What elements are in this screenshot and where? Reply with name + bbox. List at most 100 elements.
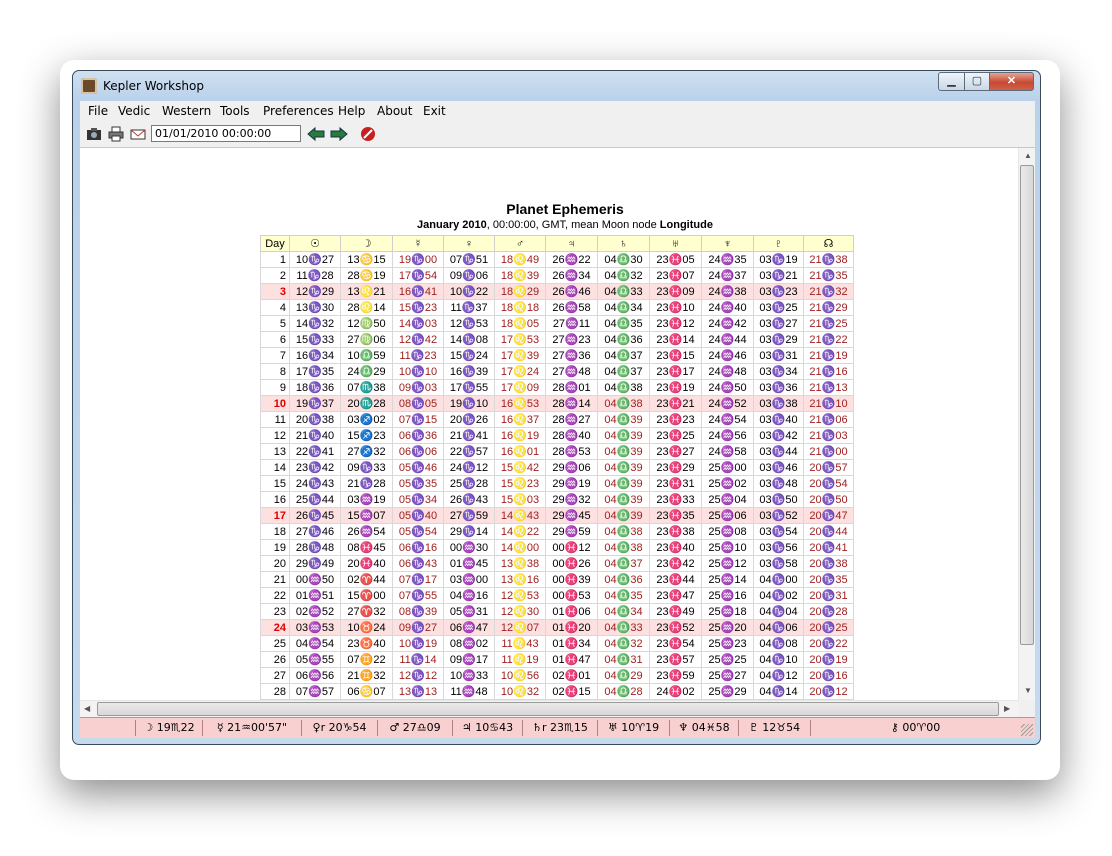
- position-cell: 06♑06: [392, 443, 444, 460]
- scroll-down-icon[interactable]: ▼: [1024, 686, 1032, 695]
- position-cell: 19♑00: [392, 251, 444, 268]
- camera-icon[interactable]: [86, 126, 102, 142]
- position-cell: 03♑23: [753, 283, 804, 300]
- table-row: 15 24♑43 21♑28 05♑35 25♑28 15♌23 29♒19 04♎39 23♓…: [260, 475, 854, 492]
- horizontal-scroll-thumb[interactable]: [97, 702, 999, 716]
- table-row: 22 01♒51 15♈00 07♑55 04♒16 12♌53 00♓53 04♎35 23♓…: [260, 587, 854, 604]
- position-cell: 03♑31: [753, 347, 804, 364]
- position-cell: 25♒27: [701, 667, 754, 684]
- arrow-right-icon[interactable]: [330, 126, 348, 142]
- day-cell: 25: [260, 635, 290, 652]
- title-bar[interactable]: Kepler Workshop ▁ ▢ ✕: [73, 71, 1040, 101]
- day-cell: 20: [260, 555, 290, 572]
- horizontal-scrollbar[interactable]: ◀ ▶: [80, 700, 1018, 717]
- maximize-button[interactable]: ▢: [964, 72, 990, 91]
- position-cell: 27♈32: [340, 603, 393, 620]
- menu-exit[interactable]: Exit: [423, 104, 446, 118]
- position-cell: 25♒06: [701, 507, 754, 524]
- menu-vedic[interactable]: Vedic: [118, 104, 150, 118]
- scroll-left-icon[interactable]: ◀: [84, 704, 90, 713]
- position-cell: 24♒40: [701, 299, 754, 316]
- position-cell: 01♓06: [545, 603, 598, 620]
- position-cell: 02♈44: [340, 571, 393, 588]
- day-cell: 3: [260, 283, 290, 300]
- position-cell: 23♓40: [649, 539, 702, 556]
- position-cell: 15♒07: [340, 507, 393, 524]
- close-button[interactable]: ✕: [989, 72, 1034, 91]
- table-row: 7 16♑34 10♎59 11♑23 15♑24 17♌39 27♒36 04♎37 23♓1…: [260, 347, 854, 364]
- position-cell: 04♎31: [597, 651, 650, 668]
- menu-preferences[interactable]: Preferences: [263, 104, 334, 118]
- vertical-scrollbar[interactable]: ▲ ▼: [1018, 148, 1035, 700]
- table-row: 1 10♑27 13♋15 19♑00 07♑51 18♌49 26♒22 04♎30 23♓0…: [260, 251, 854, 268]
- menu-about[interactable]: About: [377, 104, 412, 118]
- email-icon[interactable]: [130, 126, 146, 142]
- position-cell: 27♒48: [545, 363, 598, 380]
- day-cell: 5: [260, 315, 290, 332]
- position-cell: 29♒19: [545, 475, 598, 492]
- position-cell: 04♎32: [597, 267, 650, 284]
- position-cell: 24♑12: [443, 459, 495, 476]
- position-cell: 03♑34: [753, 363, 804, 380]
- position-cell: 22♑57: [443, 443, 495, 460]
- scroll-right-icon[interactable]: ▶: [1004, 704, 1010, 713]
- position-cell: 27♒23: [545, 331, 598, 348]
- position-cell: 03♒19: [340, 491, 393, 508]
- chart-wheel-icon[interactable]: [360, 126, 376, 142]
- table-row: 12 21♑40 15♐23 06♑36 21♑41 16♌19 28♒40 04♎39 23♓…: [260, 427, 854, 444]
- minimize-button[interactable]: ▁: [938, 72, 965, 91]
- position-cell: 27♑59: [443, 507, 495, 524]
- position-cell: 18♌39: [494, 267, 546, 284]
- position-cell: 14♌43: [494, 507, 546, 524]
- position-cell: 20♑57: [803, 459, 854, 476]
- position-cell: 25♑28: [443, 475, 495, 492]
- position-cell: 21♑29: [803, 299, 854, 316]
- day-cell: 19: [260, 539, 290, 556]
- position-cell: 21♑40: [289, 427, 341, 444]
- day-cell: 24: [260, 619, 290, 636]
- arrow-left-icon[interactable]: [307, 126, 325, 142]
- position-cell: 15♑33: [289, 331, 341, 348]
- position-cell: 11♌43: [494, 635, 546, 652]
- position-cell: 04♎37: [597, 363, 650, 380]
- menu-help[interactable]: Help: [338, 104, 365, 118]
- position-cell: 27♒11: [545, 315, 598, 332]
- position-cell: 23♑42: [289, 459, 341, 476]
- position-cell: 24♒52: [701, 395, 754, 412]
- position-cell: 04♑06: [753, 619, 804, 636]
- position-cell: 13♌21: [340, 283, 393, 300]
- position-cell: 05♑35: [392, 475, 444, 492]
- position-cell: 26♒46: [545, 283, 598, 300]
- position-cell: 03♑48: [753, 475, 804, 492]
- position-cell: 06♑36: [392, 427, 444, 444]
- datetime-input[interactable]: 01/01/2010 00:00:00: [151, 125, 301, 142]
- header-cell: Day: [260, 235, 290, 252]
- day-cell: 8: [260, 363, 290, 380]
- scroll-up-icon[interactable]: ▲: [1024, 151, 1032, 160]
- day-cell: 7: [260, 347, 290, 364]
- printer-icon[interactable]: [108, 126, 124, 142]
- position-cell: 12♑53: [443, 315, 495, 332]
- position-cell: 21♑22: [803, 331, 854, 348]
- position-cell: 21♑03: [803, 427, 854, 444]
- position-cell: 03♑36: [753, 379, 804, 396]
- position-cell: 03♑27: [753, 315, 804, 332]
- menu-western[interactable]: Western: [162, 104, 211, 118]
- position-cell: 02♓01: [545, 667, 598, 684]
- vertical-scroll-thumb[interactable]: [1020, 165, 1034, 645]
- position-cell: 18♌49: [494, 251, 546, 268]
- position-cell: 17♌24: [494, 363, 546, 380]
- position-cell: 23♓05: [649, 251, 702, 268]
- resize-grip[interactable]: [1021, 724, 1033, 736]
- position-cell: 09♑03: [392, 379, 444, 396]
- client-area: File Vedic Western Tools Preferences Hel…: [80, 101, 1035, 738]
- header-cell: ☿: [392, 235, 444, 252]
- position-cell: 29♑14: [443, 523, 495, 540]
- table-row: 4 13♑30 28♌14 15♑23 11♑37 18♌18 26♒58 04♎34 23♓1…: [260, 299, 854, 316]
- position-cell: 18♌18: [494, 299, 546, 316]
- day-cell: 28: [260, 683, 290, 700]
- menu-tools[interactable]: Tools: [220, 104, 250, 118]
- position-cell: 24♒42: [701, 315, 754, 332]
- position-cell: 11♑37: [443, 299, 495, 316]
- menu-file[interactable]: File: [88, 104, 108, 118]
